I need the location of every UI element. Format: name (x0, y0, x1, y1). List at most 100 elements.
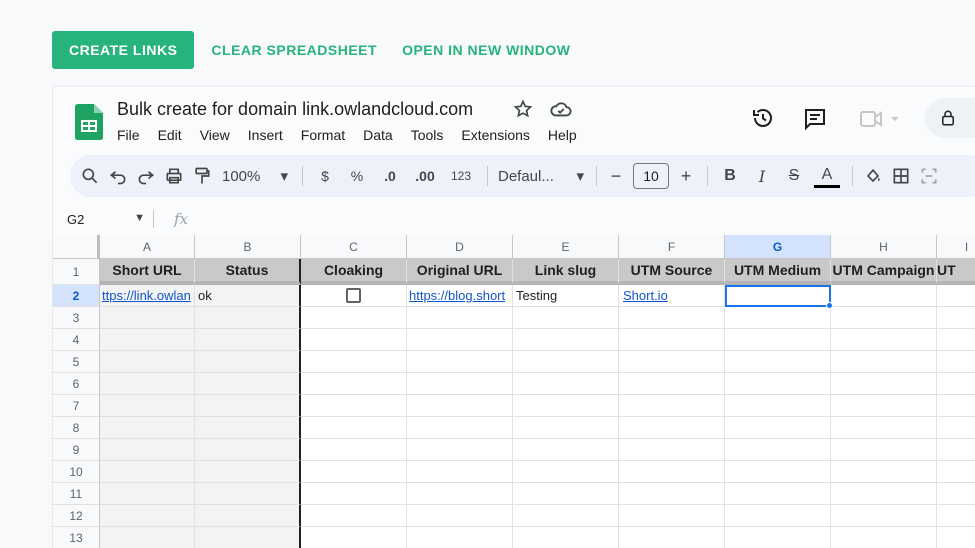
column-header[interactable]: H (831, 235, 937, 259)
cell[interactable] (831, 483, 937, 505)
cell[interactable] (301, 351, 407, 373)
cell[interactable] (301, 505, 407, 527)
column-header[interactable]: I (937, 235, 975, 259)
cell[interactable] (937, 483, 975, 505)
meet-icon[interactable] (859, 109, 907, 129)
header-short-url[interactable]: Short URL (100, 259, 195, 285)
utm-source-cell[interactable]: Short.io (619, 285, 725, 307)
cell[interactable] (407, 329, 513, 351)
cell[interactable] (725, 395, 831, 417)
cell[interactable] (831, 505, 937, 527)
decrease-decimal-button[interactable]: .0 (377, 162, 403, 190)
redo-icon[interactable] (136, 162, 156, 190)
column-header[interactable]: D (407, 235, 513, 259)
menu-extensions[interactable]: Extensions (461, 127, 529, 143)
strikethrough-icon[interactable]: S (782, 162, 806, 190)
borders-icon[interactable] (891, 162, 911, 190)
cell[interactable] (100, 461, 195, 483)
cell[interactable] (619, 483, 725, 505)
cell[interactable] (831, 395, 937, 417)
column-header[interactable]: A (100, 235, 195, 259)
cell[interactable] (301, 395, 407, 417)
cell[interactable] (195, 417, 301, 439)
cell[interactable] (619, 505, 725, 527)
cell[interactable] (725, 439, 831, 461)
cell[interactable] (831, 439, 937, 461)
cell[interactable] (513, 505, 619, 527)
cell[interactable] (831, 527, 937, 548)
menu-format[interactable]: Format (301, 127, 345, 143)
status-cell[interactable]: ok (195, 285, 301, 307)
search-icon[interactable] (80, 162, 100, 190)
menu-tools[interactable]: Tools (411, 127, 444, 143)
short-url-cell[interactable]: ttps://link.owlan (100, 285, 195, 307)
cell[interactable] (619, 307, 725, 329)
font-size-input[interactable]: 10 (633, 163, 669, 189)
menu-view[interactable]: View (200, 127, 230, 143)
open-new-window-button[interactable]: OPEN IN NEW WINDOW (394, 42, 578, 58)
cell[interactable] (100, 373, 195, 395)
column-header[interactable]: B (195, 235, 301, 259)
cell[interactable] (100, 307, 195, 329)
header-cloaking[interactable]: Cloaking (301, 259, 407, 285)
menu-insert[interactable]: Insert (248, 127, 283, 143)
cell[interactable] (100, 483, 195, 505)
increase-font-size-icon[interactable]: + (677, 162, 695, 190)
currency-button[interactable]: $ (313, 162, 337, 190)
header-utm-medium[interactable]: UTM Medium (725, 259, 831, 285)
cell[interactable] (937, 351, 975, 373)
row-number[interactable]: 4 (53, 329, 100, 351)
cell[interactable] (100, 417, 195, 439)
menu-help[interactable]: Help (548, 127, 577, 143)
cell[interactable] (195, 461, 301, 483)
cell[interactable] (513, 395, 619, 417)
cell[interactable] (407, 505, 513, 527)
cell[interactable] (831, 373, 937, 395)
cell[interactable] (301, 461, 407, 483)
column-header[interactable]: G (725, 235, 831, 259)
cloaking-checkbox[interactable] (346, 288, 361, 303)
row-number[interactable]: 12 (53, 505, 100, 527)
row-number[interactable]: 10 (53, 461, 100, 483)
utm-campaign-cell[interactable] (831, 285, 937, 307)
cell[interactable] (725, 483, 831, 505)
cell[interactable] (407, 461, 513, 483)
cell[interactable] (725, 461, 831, 483)
cell[interactable] (831, 351, 937, 373)
increase-decimal-button[interactable]: .00 (411, 162, 439, 190)
cell[interactable] (100, 505, 195, 527)
cell[interactable] (831, 461, 937, 483)
document-title[interactable]: Bulk create for domain link.owlandcloud.… (117, 99, 473, 120)
cell[interactable] (725, 307, 831, 329)
cell[interactable] (937, 395, 975, 417)
cell[interactable] (407, 439, 513, 461)
cell[interactable] (407, 307, 513, 329)
row-number[interactable]: 9 (53, 439, 100, 461)
bold-button[interactable]: B (718, 162, 742, 190)
merge-cells-icon[interactable] (919, 162, 939, 190)
header-link-slug[interactable]: Link slug (513, 259, 619, 285)
cell[interactable] (407, 395, 513, 417)
number-format-button[interactable]: 123 (447, 162, 475, 190)
cell[interactable] (619, 439, 725, 461)
row-number[interactable]: 6 (53, 373, 100, 395)
row-number[interactable]: 1 (53, 259, 100, 285)
undo-icon[interactable] (108, 162, 128, 190)
cell[interactable] (619, 417, 725, 439)
cell[interactable] (725, 329, 831, 351)
menu-file[interactable]: File (117, 127, 140, 143)
cell[interactable] (937, 527, 975, 548)
cell[interactable] (937, 417, 975, 439)
fill-color-icon[interactable] (863, 162, 883, 190)
cell[interactable] (513, 483, 619, 505)
row-number[interactable]: 7 (53, 395, 100, 417)
cell[interactable] (407, 483, 513, 505)
header-original-url[interactable]: Original URL (407, 259, 513, 285)
cell[interactable] (301, 329, 407, 351)
cell[interactable] (301, 527, 407, 548)
header-status[interactable]: Status (195, 259, 301, 285)
utm-medium-cell[interactable] (725, 285, 833, 309)
cell[interactable] (725, 527, 831, 548)
version-history-icon[interactable] (751, 106, 775, 130)
header-utm-extra[interactable]: UT (937, 259, 975, 285)
